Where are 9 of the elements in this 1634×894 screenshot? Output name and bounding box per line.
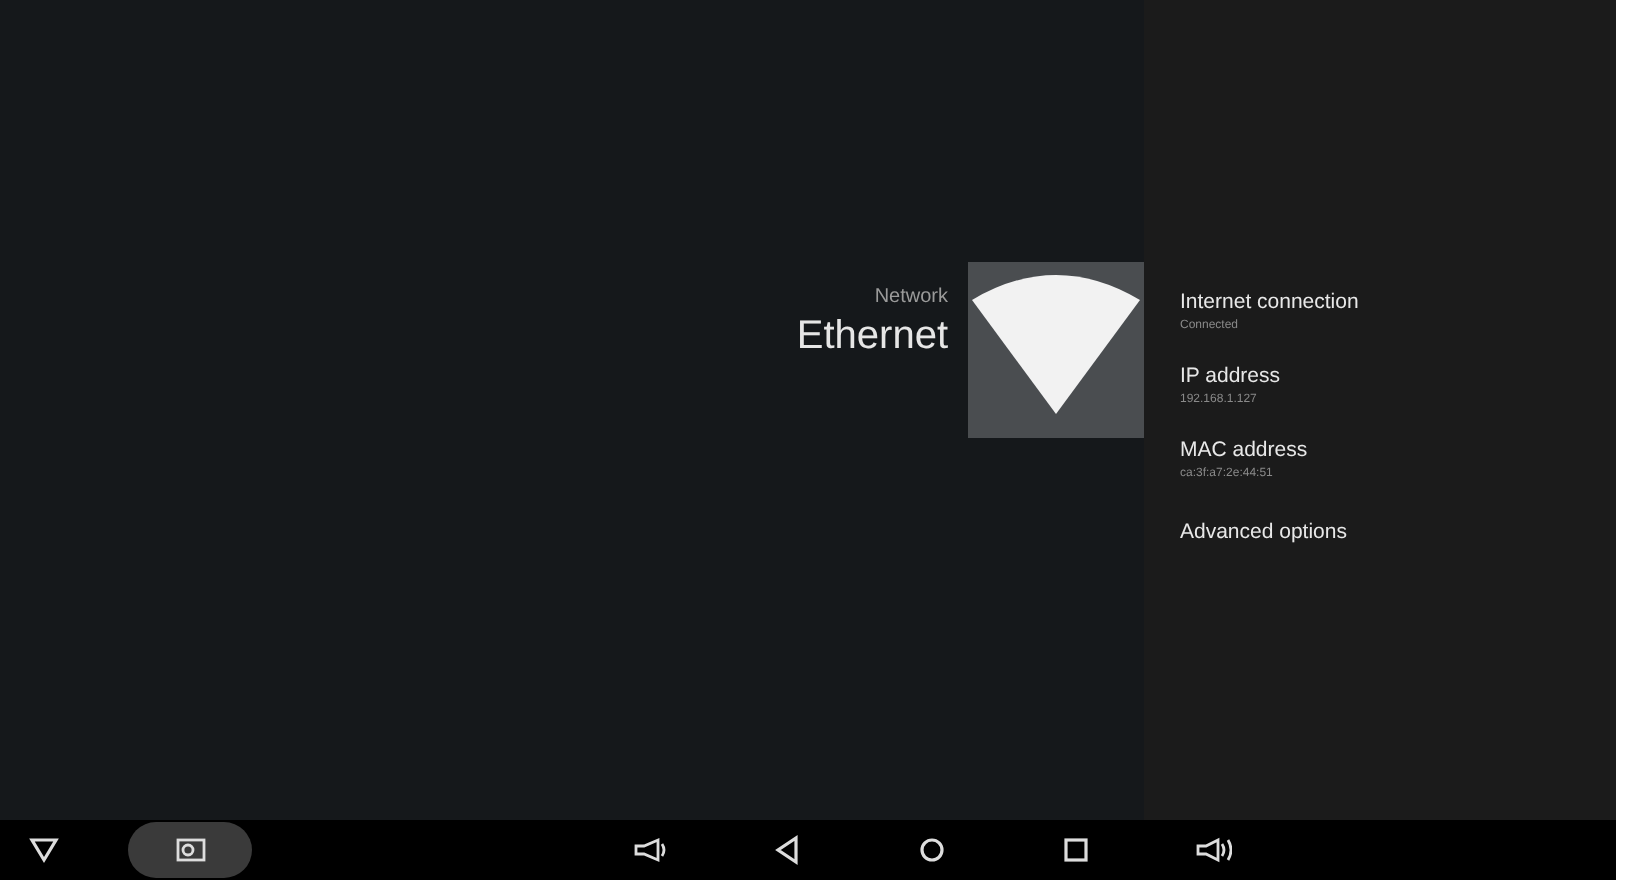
settings-item[interactable]: Advanced options — [1180, 499, 1616, 563]
volume-up-icon — [1196, 832, 1232, 868]
hide-triangle-icon — [26, 832, 62, 868]
home-icon — [914, 832, 950, 868]
volume-down-icon — [632, 832, 668, 868]
screenshot-button[interactable] — [128, 822, 252, 878]
recents-icon — [1058, 832, 1094, 868]
category-label: Network — [874, 286, 948, 308]
page-title: Ethernet — [796, 314, 948, 360]
